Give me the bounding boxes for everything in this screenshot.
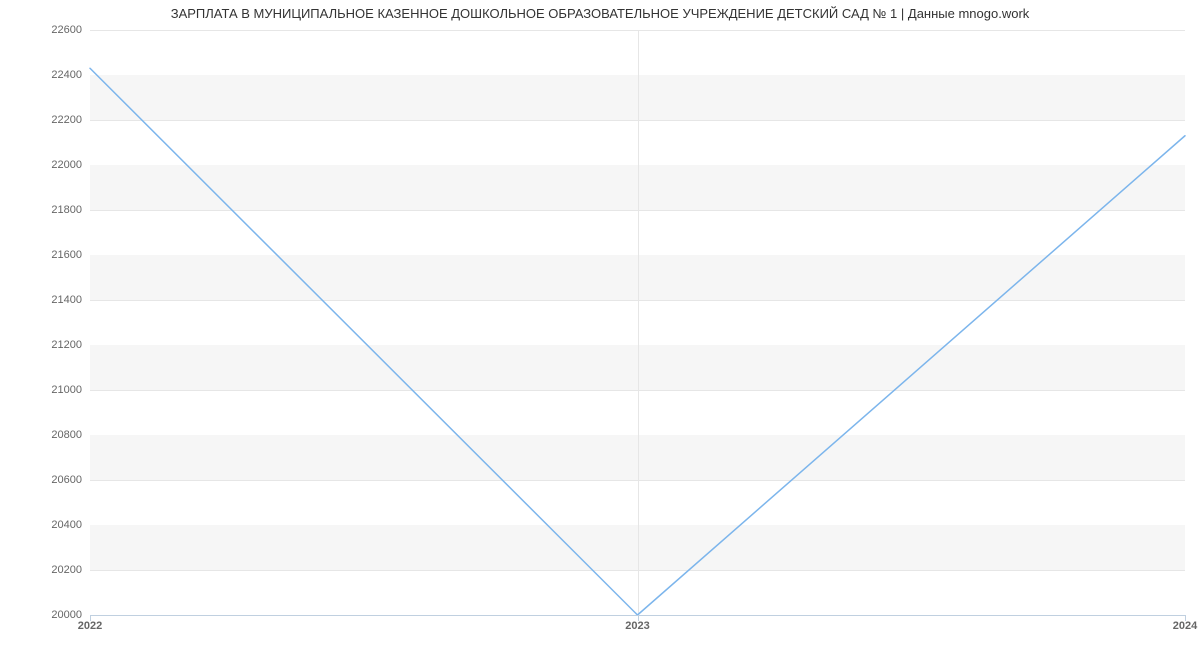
x-tick-mark [638, 615, 639, 621]
x-tick-mark [1185, 615, 1186, 621]
y-tick-label: 22000 [2, 159, 82, 171]
plot-area [90, 30, 1185, 615]
chart-title: ЗАРПЛАТА В МУНИЦИПАЛЬНОЕ КАЗЕННОЕ ДОШКОЛ… [0, 6, 1200, 21]
line-layer [90, 30, 1185, 615]
y-tick-label: 20200 [2, 564, 82, 576]
chart-container: ЗАРПЛАТА В МУНИЦИПАЛЬНОЕ КАЗЕННОЕ ДОШКОЛ… [0, 0, 1200, 650]
y-tick-label: 22600 [2, 24, 82, 36]
y-tick-label: 21400 [2, 294, 82, 306]
y-tick-label: 21600 [2, 249, 82, 261]
y-tick-label: 22400 [2, 69, 82, 81]
x-tick-label: 2022 [78, 620, 102, 632]
y-tick-label: 20000 [2, 609, 82, 621]
y-tick-label: 20800 [2, 429, 82, 441]
y-tick-label: 20600 [2, 474, 82, 486]
y-tick-label: 22200 [2, 114, 82, 126]
y-tick-label: 21800 [2, 204, 82, 216]
y-tick-label: 21200 [2, 339, 82, 351]
x-tick-label: 2024 [1173, 620, 1197, 632]
series-line [90, 68, 1185, 615]
x-tick-mark [90, 615, 91, 621]
y-tick-label: 21000 [2, 384, 82, 396]
x-tick-label: 2023 [625, 620, 649, 632]
y-tick-label: 20400 [2, 519, 82, 531]
